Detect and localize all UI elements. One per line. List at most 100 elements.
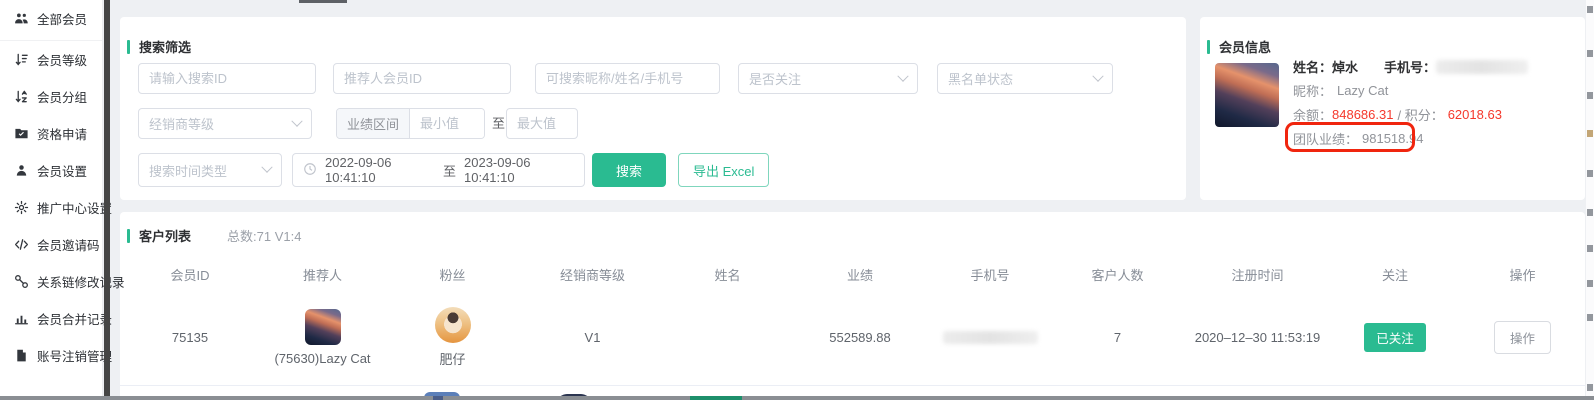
sidebar-item-label: 会员分组 — [37, 87, 87, 106]
folder-check-icon — [14, 126, 29, 141]
time-type-select[interactable]: 搜索时间类型 — [138, 153, 282, 187]
column-header: 注册时间 — [1185, 265, 1330, 284]
file-icon — [14, 348, 29, 363]
balance-label: 余额： — [1293, 105, 1332, 124]
column-header: 手机号 — [930, 265, 1050, 284]
select-placeholder: 经销商等级 — [149, 114, 214, 133]
column-header: 姓名 — [665, 265, 790, 284]
member-panel-title: 会员信息 — [1219, 37, 1271, 56]
blacklist-status-select[interactable]: 黑名单状态 — [937, 63, 1113, 94]
sidebar-item-qualification[interactable]: 资格申请 — [0, 115, 102, 152]
screen-edge-artifact — [1586, 0, 1594, 400]
sidebar-item-merge-log[interactable]: 会员合并记录 — [0, 300, 102, 337]
sidebar-item-member-level[interactable]: 会员等级 — [0, 41, 102, 78]
column-header: 经销商等级 — [520, 265, 665, 284]
search-id-input[interactable] — [138, 63, 316, 94]
code-icon — [14, 237, 29, 252]
rank-sort-icon — [14, 52, 29, 67]
table-header-row: 会员ID 推荐人 粉丝 经销商等级 姓名 业绩 手机号 客户人数 注册时间 关注… — [120, 259, 1585, 289]
scrollbar-artifact — [690, 396, 742, 400]
fan-avatar[interactable] — [435, 307, 471, 343]
section-accent-bar — [1207, 40, 1210, 54]
sidebar-item-all-members[interactable]: 全部会员 — [0, 0, 102, 41]
team-performance-label: 团队业绩： — [1293, 129, 1358, 148]
sidebar-item-label: 会员合并记录 — [37, 309, 112, 328]
follow-status-select[interactable]: 是否关注 — [738, 63, 918, 94]
sidebar-item-account-cancel[interactable]: 账号注销管理 — [0, 337, 102, 374]
fan-name: 肥仔 — [439, 349, 465, 368]
date-range-input[interactable]: 2022-09-06 10:41:10 至 2023-09-06 10:41:1… — [292, 153, 585, 187]
search-button[interactable]: 搜索 — [592, 153, 666, 187]
bar-chart-icon — [14, 311, 29, 326]
cell-customer-count: 7 — [1050, 330, 1185, 345]
performance-min-input[interactable] — [410, 109, 484, 138]
sidebar-scrollbar[interactable] — [104, 0, 110, 400]
column-header: 业绩 — [790, 265, 930, 284]
horizontal-scrollbar[interactable] — [0, 396, 1594, 400]
link-icon — [14, 274, 29, 289]
sidebar-item-label: 推广中心设置 — [37, 198, 112, 217]
cell-member-id: 75135 — [120, 330, 260, 345]
sidebar-item-invite-code[interactable]: 会员邀请码 — [0, 226, 102, 263]
cell-follow: 已关注 — [1330, 323, 1460, 352]
cell-register-time: 2020–12–30 11:53:19 — [1185, 330, 1330, 345]
column-header: 推荐人 — [260, 265, 385, 284]
sidebar: 全部会员 会员等级 会员分组 资格申请 会员设置 推广中心设置 会员邀请码 关系… — [0, 0, 103, 400]
chevron-down-icon — [291, 115, 302, 126]
sidebar-item-label: 全部会员 — [37, 9, 87, 28]
cell-phone — [930, 331, 1050, 344]
export-excel-button[interactable]: 导出 Excel — [678, 153, 769, 187]
sidebar-item-label: 关系链修改记录 — [37, 272, 125, 291]
date-end-value: 2023-09-06 10:41:10 — [464, 155, 574, 185]
select-placeholder: 是否关注 — [749, 69, 801, 88]
column-header: 关注 — [1330, 265, 1460, 284]
date-start-value: 2022-09-06 10:41:10 — [325, 155, 435, 185]
sidebar-item-member-group[interactable]: 会员分组 — [0, 78, 102, 115]
column-header: 粉丝 — [385, 265, 520, 284]
referrer-name: (75630)Lazy Cat — [274, 351, 370, 366]
name-label: 姓名： — [1293, 57, 1332, 76]
team-performance-value: 981518.94 — [1362, 131, 1423, 146]
member-details: 姓名： 焯水 手机号： 昵称： Lazy Cat 余额： 848686.31 /… — [1293, 57, 1578, 153]
scrollbar-artifact — [433, 396, 443, 400]
cell-referrer: (75630)Lazy Cat — [260, 309, 385, 366]
az-sort-icon — [14, 89, 29, 104]
customer-list-panel: 客户列表 总数:71 V1:4 会员ID 推荐人 粉丝 经销商等级 姓名 业绩 … — [120, 212, 1585, 400]
sidebar-item-label: 会员设置 — [37, 161, 87, 180]
cell-action: 操作 — [1460, 321, 1585, 354]
sidebar-item-relation-log[interactable]: 关系链修改记录 — [0, 263, 102, 300]
range-to-label: 至 — [492, 108, 505, 139]
sidebar-item-promotion-settings[interactable]: 推广中心设置 — [0, 189, 102, 226]
date-to-label: 至 — [443, 161, 456, 180]
referrer-avatar[interactable] — [305, 309, 341, 345]
users-icon — [14, 11, 29, 26]
section-accent-bar — [127, 229, 130, 243]
dealer-level-select[interactable]: 经销商等级 — [138, 108, 312, 139]
column-header: 操作 — [1460, 265, 1585, 284]
cell-performance: 552589.88 — [790, 330, 930, 345]
top-edge-artifact — [299, 0, 347, 3]
search-filter-panel: 搜索筛选 是否关注 黑名单状态 经销商等级 业绩区间 至 搜索时间类型 2022… — [120, 17, 1186, 200]
cell-dealer-level: V1 — [520, 330, 665, 345]
sidebar-item-label: 会员等级 — [37, 50, 87, 69]
followed-badge: 已关注 — [1364, 323, 1426, 352]
phone-number-redacted — [1436, 60, 1528, 74]
sidebar-item-member-settings[interactable]: 会员设置 — [0, 152, 102, 189]
performance-max-input[interactable] — [506, 108, 578, 139]
search-panel-title: 搜索筛选 — [139, 37, 191, 56]
member-nickname: Lazy Cat — [1337, 83, 1388, 98]
clock-icon — [303, 162, 317, 179]
points-value: 62018.63 — [1448, 107, 1502, 122]
performance-range-group: 业绩区间 — [336, 108, 485, 139]
keyword-input[interactable] — [535, 63, 720, 94]
sidebar-item-label: 会员邀请码 — [37, 235, 100, 254]
sidebar-item-label: 资格申请 — [37, 124, 87, 143]
section-accent-bar — [127, 40, 130, 54]
table-row: 75135 (75630)Lazy Cat 肥仔 V1 552589.88 7 … — [120, 289, 1585, 386]
row-action-button[interactable]: 操作 — [1494, 321, 1551, 354]
referrer-id-input[interactable] — [333, 63, 511, 94]
gear-icon — [14, 200, 29, 215]
performance-range-label: 业绩区间 — [337, 109, 410, 138]
column-header: 客户人数 — [1050, 265, 1185, 284]
phone-label: 手机号： — [1384, 57, 1436, 76]
